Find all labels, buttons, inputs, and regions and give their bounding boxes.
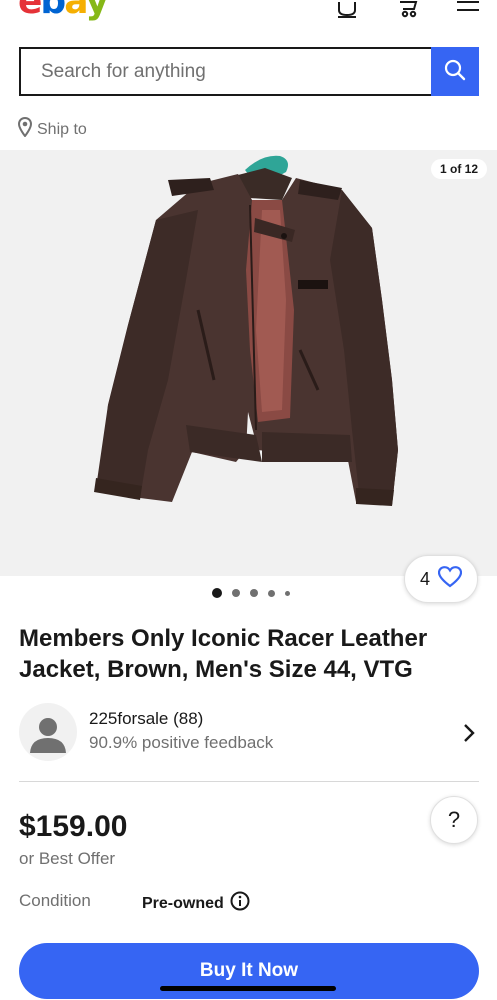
avatar [19, 703, 77, 761]
search-icon [443, 58, 467, 85]
image-counter: 1 of 12 [430, 159, 487, 179]
search-bar [19, 47, 479, 96]
pager-dot[interactable] [268, 589, 275, 597]
best-offer-label: or Best Offer [19, 849, 116, 868]
pager-dot-active[interactable] [212, 588, 222, 598]
top-header: ebay [0, 0, 497, 30]
chevron-right-icon [463, 723, 475, 748]
cart-icon[interactable] [398, 0, 420, 25]
condition-label: Condition [19, 891, 91, 910]
help-icon: ? [447, 807, 461, 832]
price: $159.00 [19, 810, 128, 843]
home-indicator [160, 986, 336, 991]
watch-button[interactable]: 4 [404, 555, 478, 603]
listing-title: Members Only Iconic Racer Leather Jacket… [19, 625, 428, 683]
condition-text: Pre-owned [142, 894, 224, 912]
ebay-logo[interactable]: ebay [18, 0, 109, 20]
condition-value: Pre-owned [142, 891, 250, 916]
pager-dot[interactable] [232, 589, 240, 597]
menu-icon[interactable] [456, 0, 480, 21]
ship-to-link[interactable]: Ship to [17, 116, 87, 142]
notifications-icon[interactable] [336, 0, 358, 25]
location-pin-icon [17, 116, 33, 142]
search-button[interactable] [431, 47, 479, 96]
help-button[interactable]: ? [430, 796, 478, 844]
divider [19, 781, 479, 782]
heart-icon [437, 565, 463, 593]
seller-info[interactable]: 225forsale (88) 90.9% positive feedback [19, 703, 479, 763]
search-input[interactable] [19, 47, 431, 96]
jacket-image [94, 155, 398, 506]
seller-name: 225forsale (88) [89, 709, 204, 728]
watch-count: 4 [419, 568, 430, 589]
ship-to-label: Ship to [37, 120, 87, 138]
pager-dot[interactable] [250, 589, 258, 597]
image-pager[interactable] [212, 588, 290, 598]
seller-feedback: 90.9% positive feedback [89, 733, 274, 752]
user-avatar-icon [30, 718, 66, 753]
image-gallery[interactable]: 1 of 12 [0, 150, 497, 576]
info-icon[interactable] [230, 891, 250, 916]
pager-dot[interactable] [285, 590, 290, 596]
